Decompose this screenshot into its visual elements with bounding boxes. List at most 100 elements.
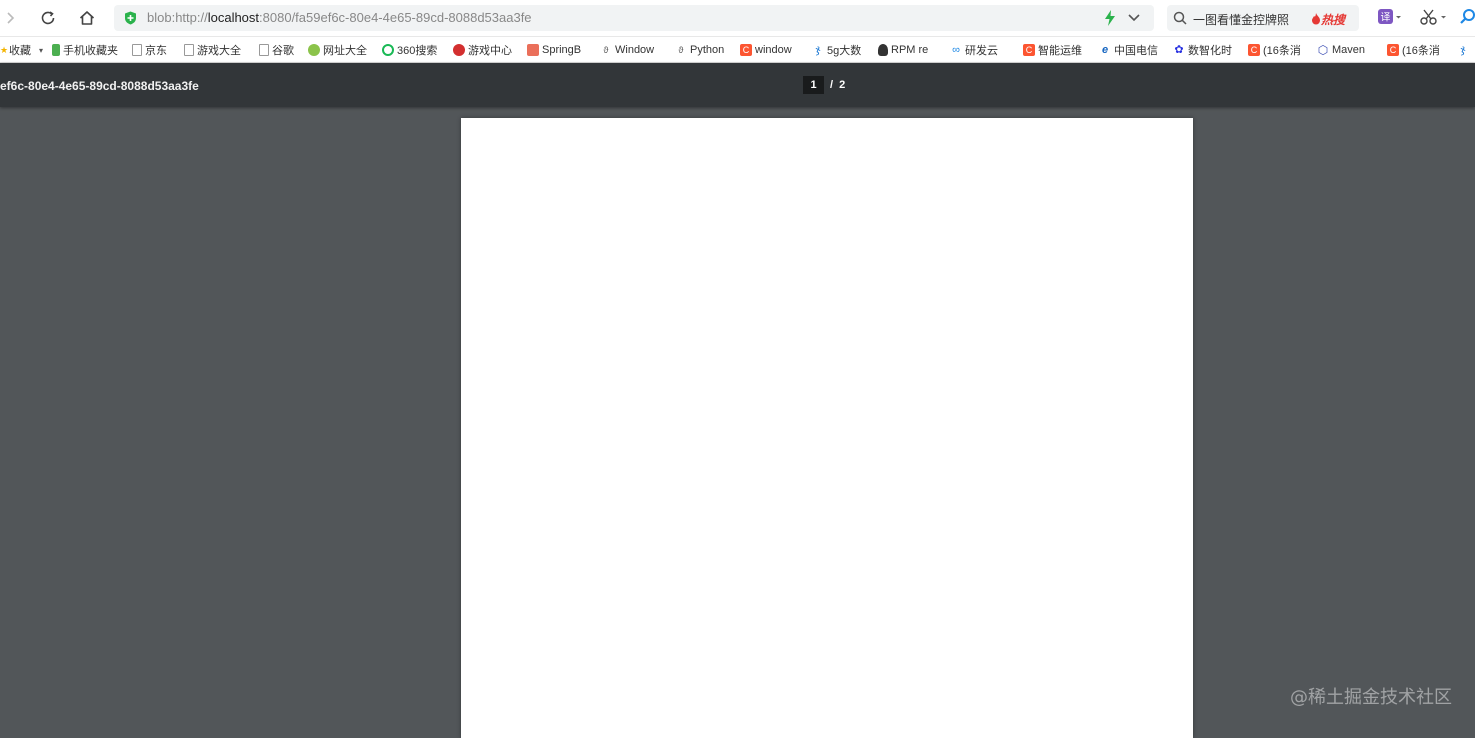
search-extension-button[interactable] — [1460, 8, 1475, 31]
reload-button[interactable] — [36, 6, 60, 30]
search-box[interactable]: 一图看懂金控牌照 热搜 — [1167, 5, 1359, 31]
bookmark-label: 收藏 — [9, 45, 31, 57]
bookmark-label: 研发云 — [965, 45, 998, 57]
forward-button[interactable] — [0, 6, 22, 30]
bookmark-item[interactable]: e 中国电信 — [1099, 42, 1161, 58]
lightning-icon[interactable] — [1104, 10, 1116, 26]
hexagon-icon: ⬡ — [1317, 43, 1329, 57]
translate-extension-button[interactable]: 译 — [1378, 8, 1402, 31]
bookmark-overflow-button[interactable]: ჯ — [1457, 42, 1472, 58]
pdf-page — [461, 118, 1193, 738]
bookmark-item[interactable]: 京东 — [132, 42, 167, 58]
browser-toolbar: blob:http://localhost:8080/fa59ef6c-80e4… — [0, 0, 1475, 37]
bookmark-item[interactable]: ⬡ Maven — [1317, 42, 1375, 58]
bookmark-item[interactable]: 游戏中心 — [453, 42, 512, 58]
linux-icon — [878, 44, 888, 56]
book-icon: ϑ — [603, 45, 609, 55]
bookmark-item[interactable]: ჯ 5g大数 — [812, 42, 866, 58]
page-selector: 1 / 2 — [803, 76, 845, 94]
bookmark-label: RPM re — [891, 44, 929, 56]
cloud-icon: ∞ — [952, 44, 960, 56]
address-bar[interactable]: blob:http://localhost:8080/fa59ef6c-80e4… — [114, 5, 1154, 31]
telecom-icon: ჯ — [815, 44, 821, 56]
home-button[interactable] — [75, 6, 99, 30]
ie-icon: e — [1101, 44, 1109, 56]
bookmark-item[interactable]: C 智能运维 — [1023, 42, 1086, 58]
chevron-down-icon[interactable]: ▾ — [39, 46, 43, 55]
flame-icon — [1312, 13, 1320, 25]
magnifier-icon — [1460, 9, 1475, 24]
page-icon — [132, 44, 142, 56]
page-separator: / — [830, 79, 834, 91]
phone-icon — [52, 44, 60, 56]
chevron-down-icon[interactable] — [1127, 12, 1141, 24]
svg-text:译: 译 — [1381, 12, 1391, 24]
book-icon: ϑ — [678, 45, 684, 55]
bookmark-item[interactable]: 谷歌 — [259, 42, 294, 58]
bookmark-label: 360搜索 — [397, 45, 438, 57]
bookmark-item[interactable]: ϑ Python — [675, 42, 727, 58]
bookmark-label: Window — [615, 44, 655, 56]
bookmark-item[interactable]: ϑ Window — [600, 42, 662, 58]
baidu-icon: ✿ — [1174, 44, 1184, 56]
jian-icon — [527, 44, 539, 56]
360-icon — [382, 44, 394, 56]
bookmark-label: 京东 — [145, 45, 167, 57]
bookmark-label: (16条消 — [1263, 45, 1301, 57]
url-path: :8080/fa59ef6c-80e4-4e65-89cd-8088d53aa3… — [259, 10, 532, 25]
bookmark-label: (16条消 — [1402, 45, 1440, 57]
bookmark-item[interactable]: 游戏大全 — [184, 42, 246, 58]
bookmark-item[interactable]: ★ 收藏 ▾ — [0, 42, 43, 58]
csdn-icon: C — [740, 44, 752, 56]
pdf-document-title: ef6c-80e4-4e65-89cd-8088d53aa3fe — [0, 79, 199, 93]
bookmark-label: SpringB — [542, 44, 582, 56]
current-page-input[interactable]: 1 — [803, 76, 824, 94]
url-prefix: blob:http:// — [147, 10, 208, 25]
globe-icon — [308, 44, 320, 56]
bookmark-item[interactable]: SpringB — [527, 42, 589, 58]
bookmark-label: window — [755, 44, 792, 56]
csdn-icon: C — [1387, 44, 1399, 56]
game-icon — [453, 44, 465, 56]
url-text: blob:http://localhost:8080/fa59ef6c-80e4… — [147, 10, 532, 25]
hot-search-label: 热搜 — [1321, 13, 1346, 27]
bookmark-item[interactable]: 手机收藏夹 — [52, 42, 118, 58]
bookmark-label: 中国电信 — [1114, 45, 1158, 57]
bookmark-label: 手机收藏夹 — [63, 45, 118, 57]
chevron-right-icon — [7, 12, 15, 24]
bookmark-item[interactable]: 360搜索 — [382, 42, 437, 58]
telecom-icon: ჯ — [1460, 44, 1466, 56]
bookmark-item[interactable]: C window — [740, 42, 800, 58]
bookmark-label: 数智化时 — [1188, 45, 1232, 57]
csdn-icon: C — [1023, 44, 1035, 56]
scissors-icon — [1420, 9, 1446, 25]
total-pages: 2 — [839, 79, 846, 91]
url-host: localhost — [207, 10, 260, 25]
translate-icon: 译 — [1378, 9, 1401, 24]
bookmark-item[interactable]: C (16条消 — [1387, 42, 1445, 58]
hot-search-badge: 热搜 — [1311, 11, 1345, 28]
bookmark-label: 网址大全 — [323, 45, 367, 57]
page-icon — [184, 44, 194, 56]
search-suggestion: 一图看懂金控牌照 — [1193, 13, 1290, 27]
bookmark-label: 谷歌 — [272, 45, 294, 57]
home-icon — [79, 11, 95, 25]
bookmark-item[interactable]: RPM re — [878, 42, 936, 58]
scissors-extension-button[interactable] — [1420, 8, 1448, 31]
bookmark-item[interactable]: ∞ 研发云 — [950, 42, 1008, 58]
bookmarks-bar: ★ 收藏 ▾ 手机收藏夹 京东 游戏大全 谷歌 网址大全 360搜索 游戏中心 … — [0, 37, 1475, 63]
bookmark-label: Maven — [1332, 44, 1366, 56]
shield-icon — [125, 11, 136, 25]
bookmark-item[interactable]: ✿ 数智化时 — [1173, 42, 1236, 58]
bookmark-item[interactable]: C (16条消 — [1248, 42, 1306, 58]
bookmark-label: 游戏中心 — [468, 45, 512, 57]
star-icon: ★ — [0, 45, 9, 55]
pdf-toolbar: ef6c-80e4-4e65-89cd-8088d53aa3fe 1 / 2 — [0, 63, 1475, 107]
page-icon — [259, 44, 269, 56]
reload-icon — [41, 11, 55, 25]
bookmark-label: 5g大数 — [827, 45, 862, 57]
bookmark-item[interactable]: 网址大全 — [308, 42, 367, 58]
watermark-text: @稀土掘金技术社区 — [1290, 687, 1452, 708]
bookmark-label: 智能运维 — [1038, 45, 1082, 57]
bookmark-label: Python — [690, 44, 725, 56]
